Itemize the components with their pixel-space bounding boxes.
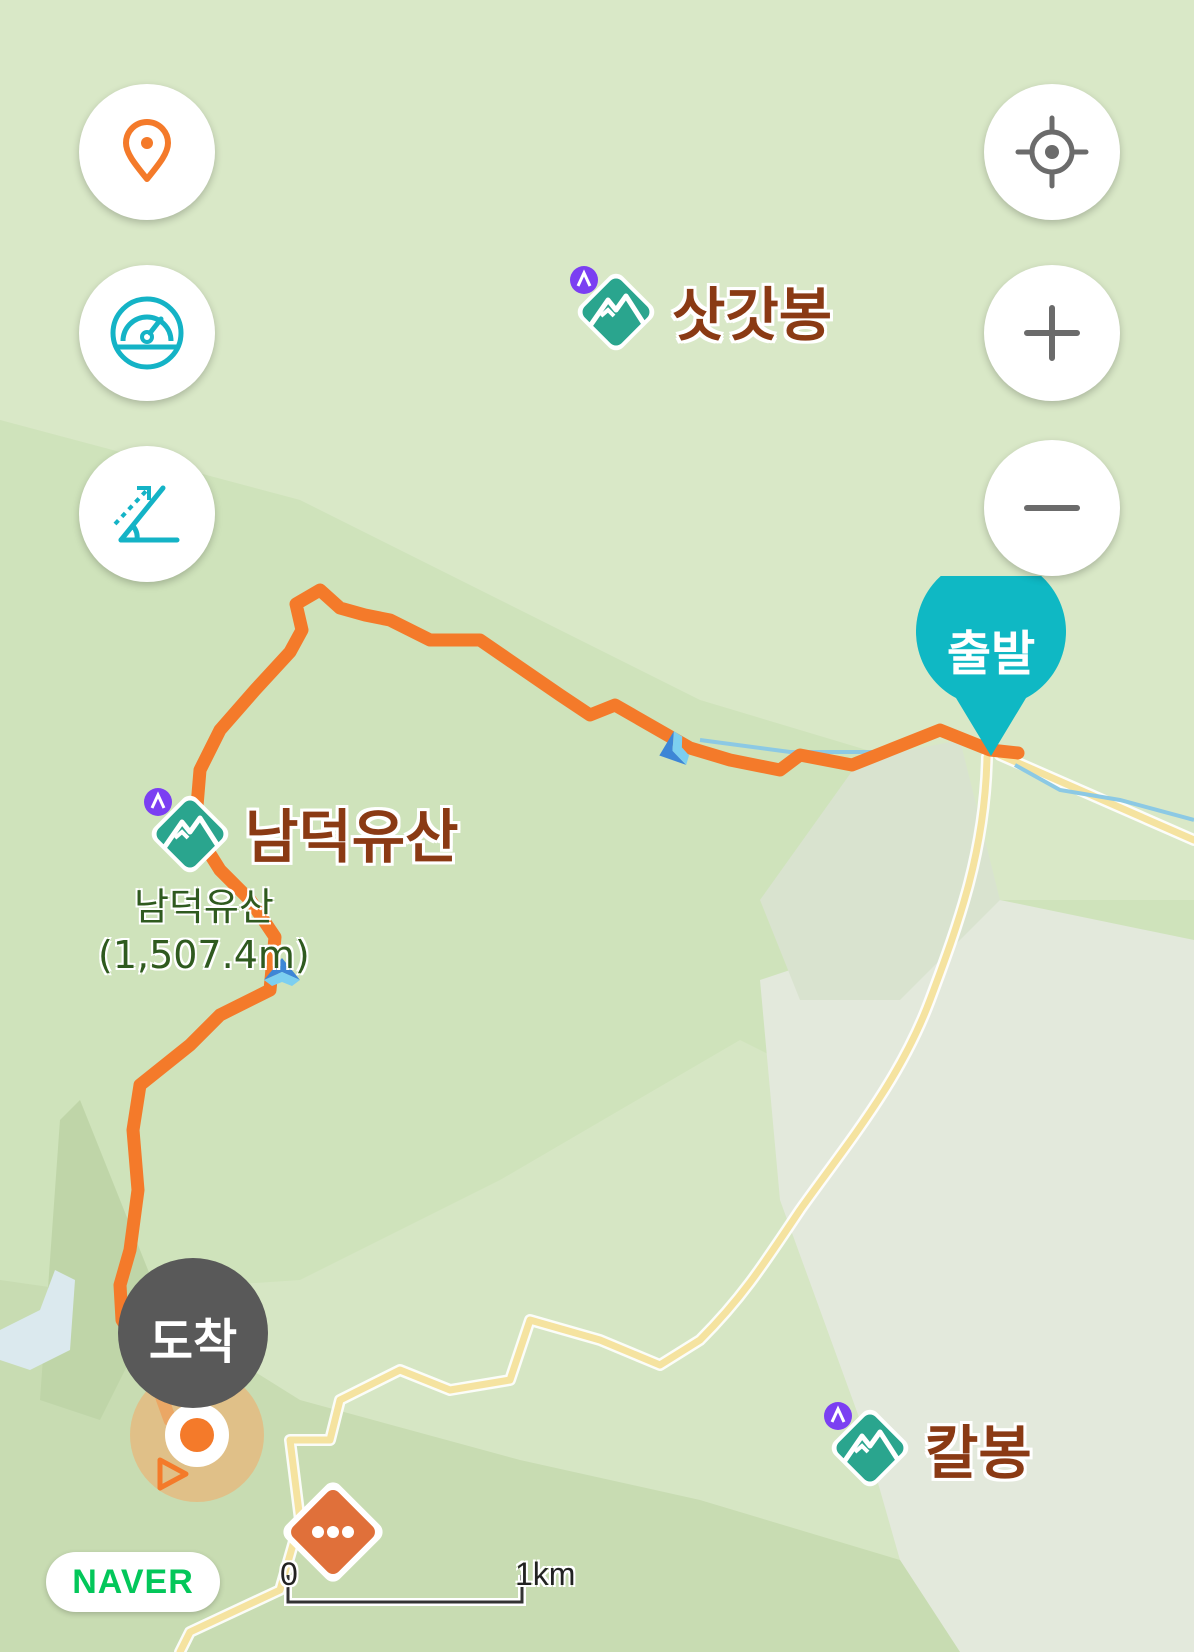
scale-end-label: 1km	[515, 1556, 576, 1592]
zoom-out-button[interactable]	[984, 440, 1120, 576]
location-pin-button[interactable]	[79, 84, 215, 220]
summit-name: 남덕유산	[133, 885, 274, 929]
end-label: 도착	[148, 1314, 238, 1370]
minus-icon	[1024, 505, 1080, 511]
zoom-in-button[interactable]	[984, 265, 1120, 401]
speedometer-button[interactable]	[79, 265, 215, 401]
summit-marker: 남덕유산 (1,507.4m)	[98, 884, 310, 979]
slope-angle-button[interactable]	[79, 446, 215, 582]
my-location-button[interactable]	[984, 84, 1120, 220]
plus-icon	[1024, 305, 1080, 361]
slope-angle-icon	[113, 485, 180, 543]
summit-elevation: (1,507.4m)	[98, 932, 310, 977]
start-marker[interactable]: 출발	[916, 556, 1066, 756]
location-pin-icon	[123, 119, 171, 182]
peak-label: 삿갓봉	[672, 281, 833, 349]
peak-label: 칼봉	[925, 1419, 1032, 1487]
mountain-peak-icon[interactable]	[142, 786, 238, 882]
end-marker[interactable]: 도착	[118, 1258, 268, 1408]
crosshair-icon	[1015, 115, 1089, 189]
peak-label: 남덕유산	[245, 803, 459, 871]
speedometer-icon	[110, 296, 184, 370]
scale-start-label: 0	[280, 1556, 298, 1592]
mountain-peak-icon[interactable]	[822, 1400, 918, 1496]
mountain-peak-icon[interactable]	[568, 264, 664, 360]
naver-logo[interactable]: NAVER	[46, 1552, 220, 1612]
start-label: 출발	[946, 626, 1036, 682]
